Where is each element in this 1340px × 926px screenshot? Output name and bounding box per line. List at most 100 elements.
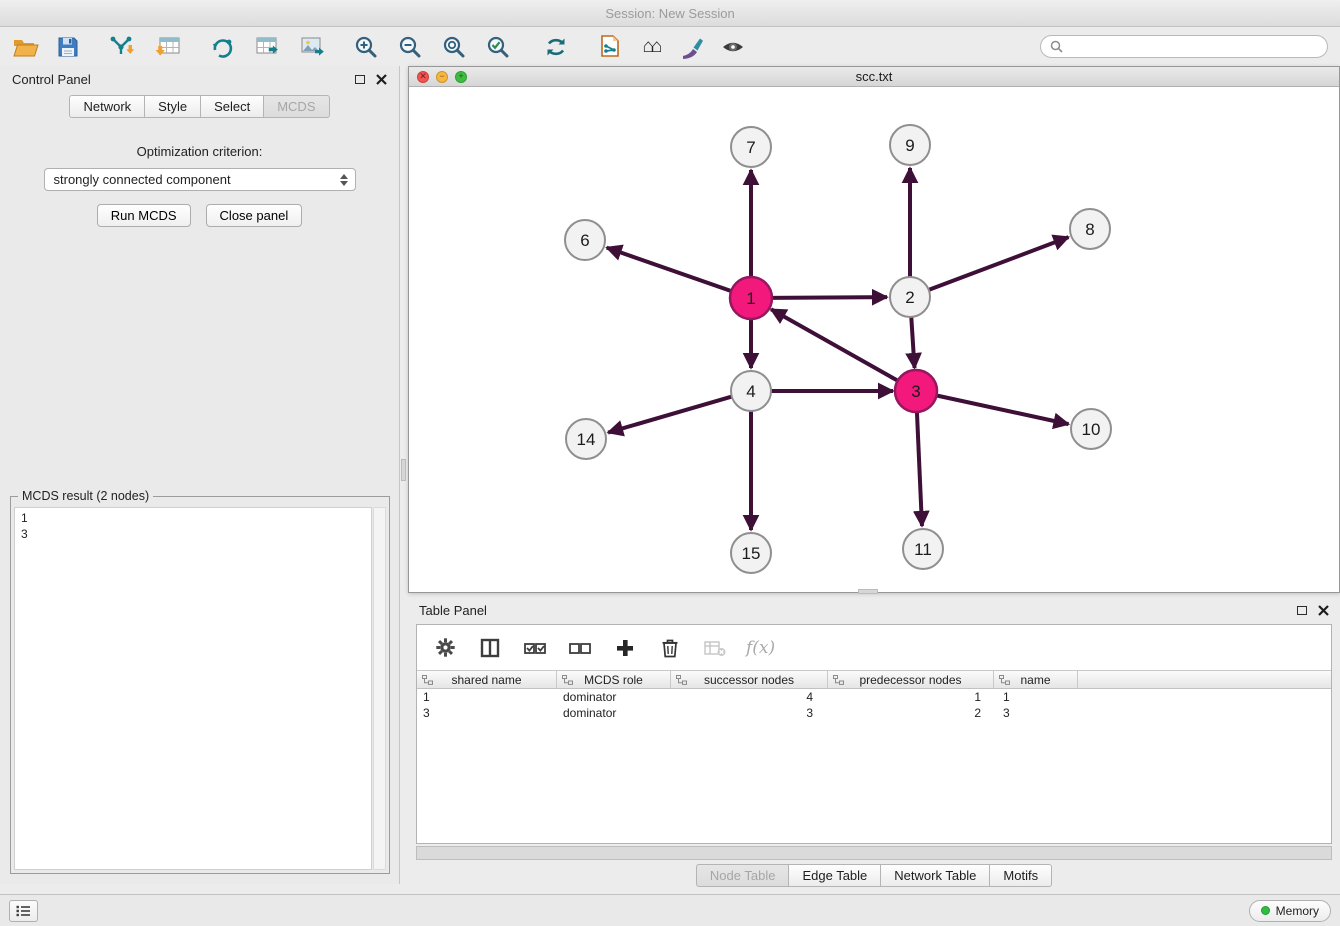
column-header-predecessor-nodes[interactable]: predecessor nodes [828, 671, 994, 688]
network-canvas[interactable]: 7 9 6 8 1 2 4 3 14 10 15 11 [409, 87, 1339, 592]
edge-4-14[interactable] [608, 397, 732, 433]
svg-text:4: 4 [746, 382, 755, 401]
show-hide-details-eye-icon[interactable] [719, 33, 747, 61]
style-brush-icon[interactable] [678, 33, 706, 61]
mcds-result-title: MCDS result (2 nodes) [18, 489, 153, 503]
table-cell[interactable]: 3 [417, 705, 557, 721]
control-panel-title: Control Panel [12, 72, 91, 87]
tab-network[interactable]: Network [69, 95, 145, 118]
tab-style[interactable]: Style [145, 95, 201, 118]
table-row[interactable]: 3dominator323 [417, 705, 1331, 721]
dropdown-stepper-icon [340, 174, 351, 186]
table-cell[interactable]: 1 [828, 689, 994, 705]
run-mcds-button[interactable]: Run MCDS [97, 204, 191, 227]
vertical-splitter-handle[interactable] [401, 459, 406, 481]
edge-3-1[interactable] [771, 309, 899, 381]
select-all-columns-icon[interactable] [521, 634, 549, 662]
svg-text:7: 7 [746, 138, 755, 157]
node-1[interactable]: 1 [730, 277, 772, 319]
column-header-shared-name[interactable]: shared name [417, 671, 557, 688]
svg-text:2: 2 [905, 288, 914, 307]
tab-mcds[interactable]: MCDS [264, 95, 329, 118]
mcds-result-group: MCDS result (2 nodes) 13 [10, 496, 390, 874]
table-header-row: shared nameMCDS rolesuccessor nodesprede… [417, 670, 1331, 689]
first-neighbors-icon[interactable] [596, 33, 624, 61]
table-settings-gear-icon[interactable] [431, 634, 459, 662]
horizontal-splitter-handle[interactable] [858, 589, 878, 594]
search-box[interactable] [1040, 35, 1328, 58]
node-2[interactable]: 2 [890, 277, 930, 317]
node-10[interactable]: 10 [1071, 409, 1111, 449]
edge-1-6[interactable] [607, 248, 732, 292]
add-row-icon[interactable] [611, 634, 639, 662]
zoom-in-icon[interactable] [352, 33, 380, 61]
refresh-network-icon[interactable] [542, 33, 570, 61]
result-scrollbar[interactable] [373, 507, 386, 870]
column-header-MCDS-role[interactable]: MCDS role [557, 671, 671, 688]
network-window-titlebar[interactable]: scc.txt ✕ − + [409, 67, 1339, 87]
zoom-selected-icon[interactable] [484, 33, 512, 61]
node-3[interactable]: 3 [895, 370, 937, 412]
node-6[interactable]: 6 [565, 220, 605, 260]
node-8[interactable]: 8 [1070, 209, 1110, 249]
edge-1-2[interactable] [771, 297, 887, 298]
tab-select[interactable]: Select [201, 95, 264, 118]
node-9[interactable]: 9 [890, 125, 930, 165]
tab-edge-table[interactable]: Edge Table [789, 864, 881, 887]
table-row[interactable]: 1dominator411 [417, 689, 1331, 705]
search-input[interactable] [1069, 40, 1318, 54]
table-cell[interactable]: 2 [828, 705, 994, 721]
table-horizontal-scrollbar[interactable] [416, 846, 1332, 860]
export-table-icon[interactable] [253, 33, 281, 61]
close-panel-button[interactable]: Close panel [206, 204, 303, 227]
column-header-successor-nodes[interactable]: successor nodes [671, 671, 828, 688]
table-rows: 1dominator4113dominator323 [417, 689, 1331, 721]
close-panel-icon[interactable] [376, 74, 387, 85]
delete-row-trash-icon[interactable] [656, 634, 684, 662]
network-overview-icon[interactable]: ⌂⌂ [637, 33, 665, 61]
svg-text:15: 15 [742, 544, 761, 563]
node-15[interactable]: 15 [731, 533, 771, 573]
table-cell[interactable]: 4 [671, 689, 828, 705]
tab-node-table[interactable]: Node Table [696, 864, 790, 887]
edge-2-3[interactable] [911, 317, 914, 368]
table-cell[interactable]: dominator [557, 705, 671, 721]
show-columns-icon[interactable] [476, 634, 504, 662]
node-14[interactable]: 14 [566, 419, 606, 459]
window-zoom-icon[interactable]: + [455, 71, 467, 83]
new-network-icon[interactable] [208, 33, 236, 61]
unselect-all-columns-icon[interactable] [566, 634, 594, 662]
table-cell[interactable]: 3 [994, 705, 1078, 721]
task-history-button[interactable] [9, 900, 38, 922]
node-11[interactable]: 11 [903, 529, 943, 569]
mcds-result-list[interactable]: 13 [14, 507, 372, 870]
criterion-dropdown[interactable]: strongly connected component [44, 168, 356, 191]
column-header-name[interactable]: name [994, 671, 1078, 688]
export-image-icon[interactable] [298, 33, 326, 61]
table-cell[interactable]: 3 [671, 705, 828, 721]
edge-3-11[interactable] [917, 411, 922, 526]
close-table-panel-icon[interactable] [1318, 605, 1329, 616]
import-network-icon[interactable] [108, 33, 136, 61]
import-table-icon[interactable] [154, 33, 182, 61]
zoom-fit-icon[interactable] [440, 33, 468, 61]
node-7[interactable]: 7 [731, 127, 771, 167]
zoom-out-icon[interactable] [396, 33, 424, 61]
memory-button[interactable]: Memory [1249, 900, 1331, 922]
function-builder-icon: f(x) [746, 638, 775, 658]
table-cell[interactable]: dominator [557, 689, 671, 705]
node-4[interactable]: 4 [731, 371, 771, 411]
float-panel-icon[interactable] [355, 75, 365, 84]
edge-3-10[interactable] [936, 395, 1069, 424]
open-session-icon[interactable] [12, 33, 40, 61]
float-table-panel-icon[interactable] [1297, 606, 1307, 615]
window-close-icon[interactable]: ✕ [417, 71, 429, 83]
table-cell[interactable]: 1 [417, 689, 557, 705]
graph-svg[interactable]: 7 9 6 8 1 2 4 3 14 10 15 11 [409, 87, 1339, 592]
edge-2-8[interactable] [929, 237, 1069, 290]
tab-network-table[interactable]: Network Table [881, 864, 990, 887]
table-cell[interactable]: 1 [994, 689, 1078, 705]
window-minimize-icon[interactable]: − [436, 71, 448, 83]
tab-motifs[interactable]: Motifs [990, 864, 1052, 887]
save-session-icon[interactable] [54, 33, 82, 61]
